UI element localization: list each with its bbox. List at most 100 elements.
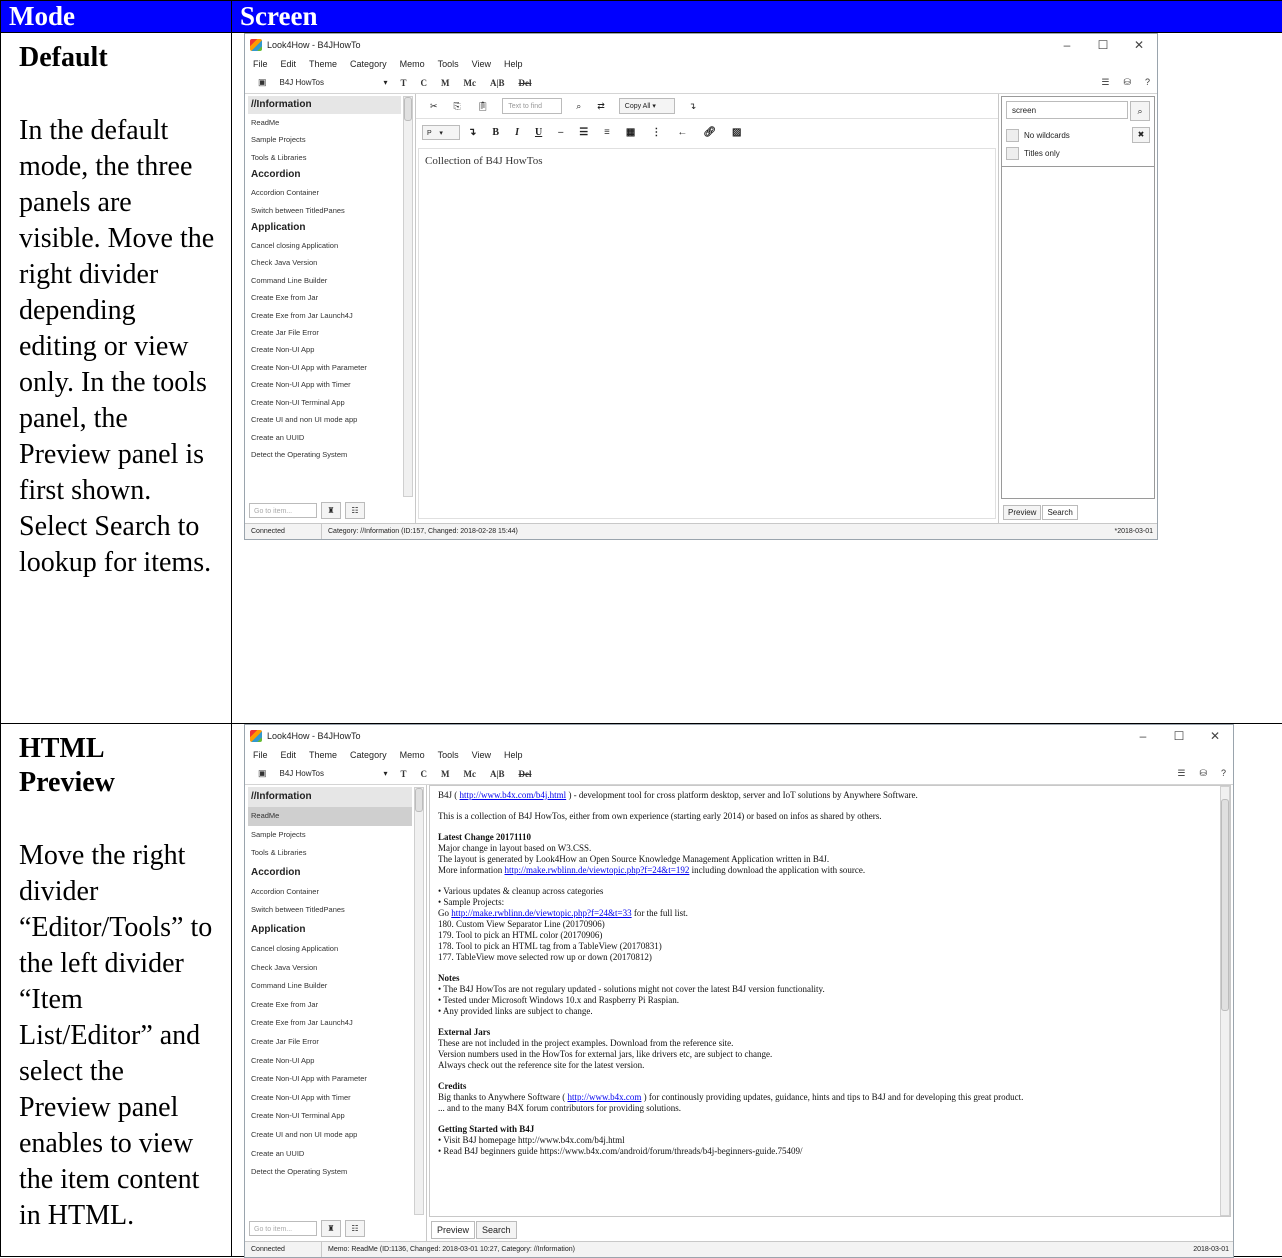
toolbar-button[interactable]: M: [441, 78, 450, 88]
list-item[interactable]: Cancel closing Application: [248, 940, 412, 959]
help-icon[interactable]: ?: [1145, 77, 1150, 88]
copy-all-select[interactable]: Copy All ▾: [619, 98, 675, 114]
menu-file[interactable]: File: [253, 59, 268, 69]
list-item[interactable]: Sample Projects: [248, 131, 401, 148]
list-item[interactable]: Create Non-UI App with Timer: [248, 1089, 412, 1108]
toolbar-button[interactable]: A|B: [490, 78, 504, 88]
wrap-icon[interactable]: ↴: [689, 101, 697, 112]
toolbar-button[interactable]: Mc: [464, 769, 477, 779]
menu-tools[interactable]: Tools: [438, 750, 459, 760]
back-icon[interactable]: ←: [677, 127, 687, 138]
table-icon[interactable]: ▦: [626, 127, 635, 138]
project-select[interactable]: B4J HowTos▾: [274, 769, 394, 778]
toolbar-button[interactable]: A|B: [490, 769, 504, 779]
image-icon[interactable]: ▨: [732, 127, 741, 138]
list-item[interactable]: Create Exe from Jar: [248, 289, 401, 306]
bold-icon[interactable]: B: [492, 127, 499, 138]
list-item[interactable]: Create Exe from Jar: [248, 996, 412, 1015]
list-item[interactable]: Create Exe from Jar Launch4J: [248, 307, 401, 324]
list-item[interactable]: Switch between TitledPanes: [248, 202, 401, 219]
list-item[interactable]: Create Non-UI App with Timer: [248, 376, 401, 393]
toolbar-button[interactable]: C: [421, 78, 428, 88]
list-item[interactable]: Tools & Libraries: [248, 844, 412, 863]
horizontal-rule-icon[interactable]: –: [558, 127, 563, 138]
clear-icon[interactable]: ✖: [1132, 127, 1150, 143]
close-icon[interactable]: ✕: [1121, 38, 1157, 52]
search-icon[interactable]: ⌕: [1130, 101, 1150, 121]
goto-input[interactable]: Go to item...: [249, 503, 317, 518]
delete-button[interactable]: Del: [519, 78, 532, 88]
database-icon[interactable]: ⛁: [1123, 77, 1131, 88]
database-icon[interactable]: ⛁: [1199, 768, 1207, 779]
list-item[interactable]: Create Non-UI App with Parameter: [248, 1070, 412, 1089]
menu-theme[interactable]: Theme: [309, 750, 337, 760]
menu-memo[interactable]: Memo: [400, 59, 425, 69]
list-scrollbar[interactable]: [403, 96, 413, 497]
find-input[interactable]: Text to find: [502, 98, 562, 114]
menu-view[interactable]: View: [472, 59, 491, 69]
underline-icon[interactable]: U: [535, 127, 542, 138]
maximize-icon[interactable]: ☐: [1161, 729, 1197, 743]
toolbar-button[interactable]: Mc: [464, 78, 477, 88]
collapse-icon[interactable]: ▣: [258, 77, 267, 88]
cut-icon[interactable]: ✂: [430, 101, 438, 112]
link[interactable]: http://www.b4x.com: [567, 1092, 641, 1102]
binoculars-icon[interactable]: ♜: [321, 502, 341, 519]
list-category[interactable]: Application: [248, 920, 412, 940]
list-item[interactable]: Check Java Version: [248, 254, 401, 271]
tab-search[interactable]: Search: [1042, 505, 1077, 520]
menu-file[interactable]: File: [253, 750, 268, 760]
menu-theme[interactable]: Theme: [309, 59, 337, 69]
link-icon[interactable]: 🔗︎: [703, 127, 716, 138]
menu-help[interactable]: Help: [504, 59, 523, 69]
paste-icon[interactable]: 📋︎: [477, 101, 488, 112]
toolbar-button[interactable]: T: [401, 78, 407, 88]
list-view-icon[interactable]: ☷: [345, 1220, 365, 1237]
menu-category[interactable]: Category: [350, 59, 387, 69]
delete-button[interactable]: Del: [519, 769, 532, 779]
list-item[interactable]: Command Line Builder: [248, 272, 401, 289]
scrollbar-thumb[interactable]: [415, 788, 423, 812]
list-item[interactable]: Command Line Builder: [248, 977, 412, 996]
link[interactable]: http://make.rwblinn.de/viewtopic.php?f=2…: [505, 865, 690, 875]
list-item[interactable]: Detect the Operating System: [248, 446, 401, 463]
tab-preview[interactable]: Preview: [431, 1221, 475, 1239]
menu-memo[interactable]: Memo: [400, 750, 425, 760]
menu-category[interactable]: Category: [350, 750, 387, 760]
binoculars-icon[interactable]: ♜: [321, 1220, 341, 1237]
list-item[interactable]: Accordion Container: [248, 184, 401, 201]
collapse-icon[interactable]: ▣: [258, 768, 267, 779]
list-item[interactable]: Switch between TitledPanes: [248, 901, 412, 920]
list-item[interactable]: Create UI and non UI mode app: [248, 411, 401, 428]
toolbar-button[interactable]: C: [421, 769, 428, 779]
italic-icon[interactable]: I: [515, 127, 519, 138]
more-icon[interactable]: ⋮: [651, 127, 661, 138]
minimize-icon[interactable]: –: [1049, 38, 1085, 52]
list-item[interactable]: Create UI and non UI mode app: [248, 1126, 412, 1145]
list-item[interactable]: Cancel closing Application: [248, 237, 401, 254]
list-item[interactable]: Tools & Libraries: [248, 149, 401, 166]
list-item[interactable]: Create Exe from Jar Launch4J: [248, 1014, 412, 1033]
toolbar-button[interactable]: M: [441, 769, 450, 779]
scrollbar-thumb[interactable]: [1221, 799, 1229, 1011]
list-scrollbar[interactable]: [414, 787, 424, 1215]
goto-input[interactable]: Go to item...: [249, 1221, 317, 1236]
list-view-icon[interactable]: ☷: [345, 502, 365, 519]
list-item[interactable]: ReadMe: [248, 114, 401, 131]
tab-preview[interactable]: Preview: [1003, 505, 1041, 520]
menu-view[interactable]: View: [472, 750, 491, 760]
scrollbar-thumb[interactable]: [404, 97, 412, 121]
help-icon[interactable]: ?: [1221, 768, 1226, 779]
list-item[interactable]: Create an UUID: [248, 429, 401, 446]
list-item[interactable]: Create Non-UI Terminal App: [248, 394, 401, 411]
list-item[interactable]: Detect the Operating System: [248, 1163, 412, 1182]
project-select[interactable]: B4J HowTos▾: [274, 78, 394, 87]
list-category[interactable]: Accordion: [248, 863, 412, 883]
list-item[interactable]: Create Jar File Error: [248, 324, 401, 341]
no-wildcards-checkbox[interactable]: [1006, 129, 1019, 142]
search-input[interactable]: screen: [1006, 101, 1128, 119]
list-item[interactable]: Check Java Version: [248, 959, 412, 978]
wrap-icon[interactable]: ↴: [468, 127, 476, 138]
list-category[interactable]: //Information: [248, 787, 412, 807]
numbered-list-icon[interactable]: ≡: [604, 127, 610, 138]
